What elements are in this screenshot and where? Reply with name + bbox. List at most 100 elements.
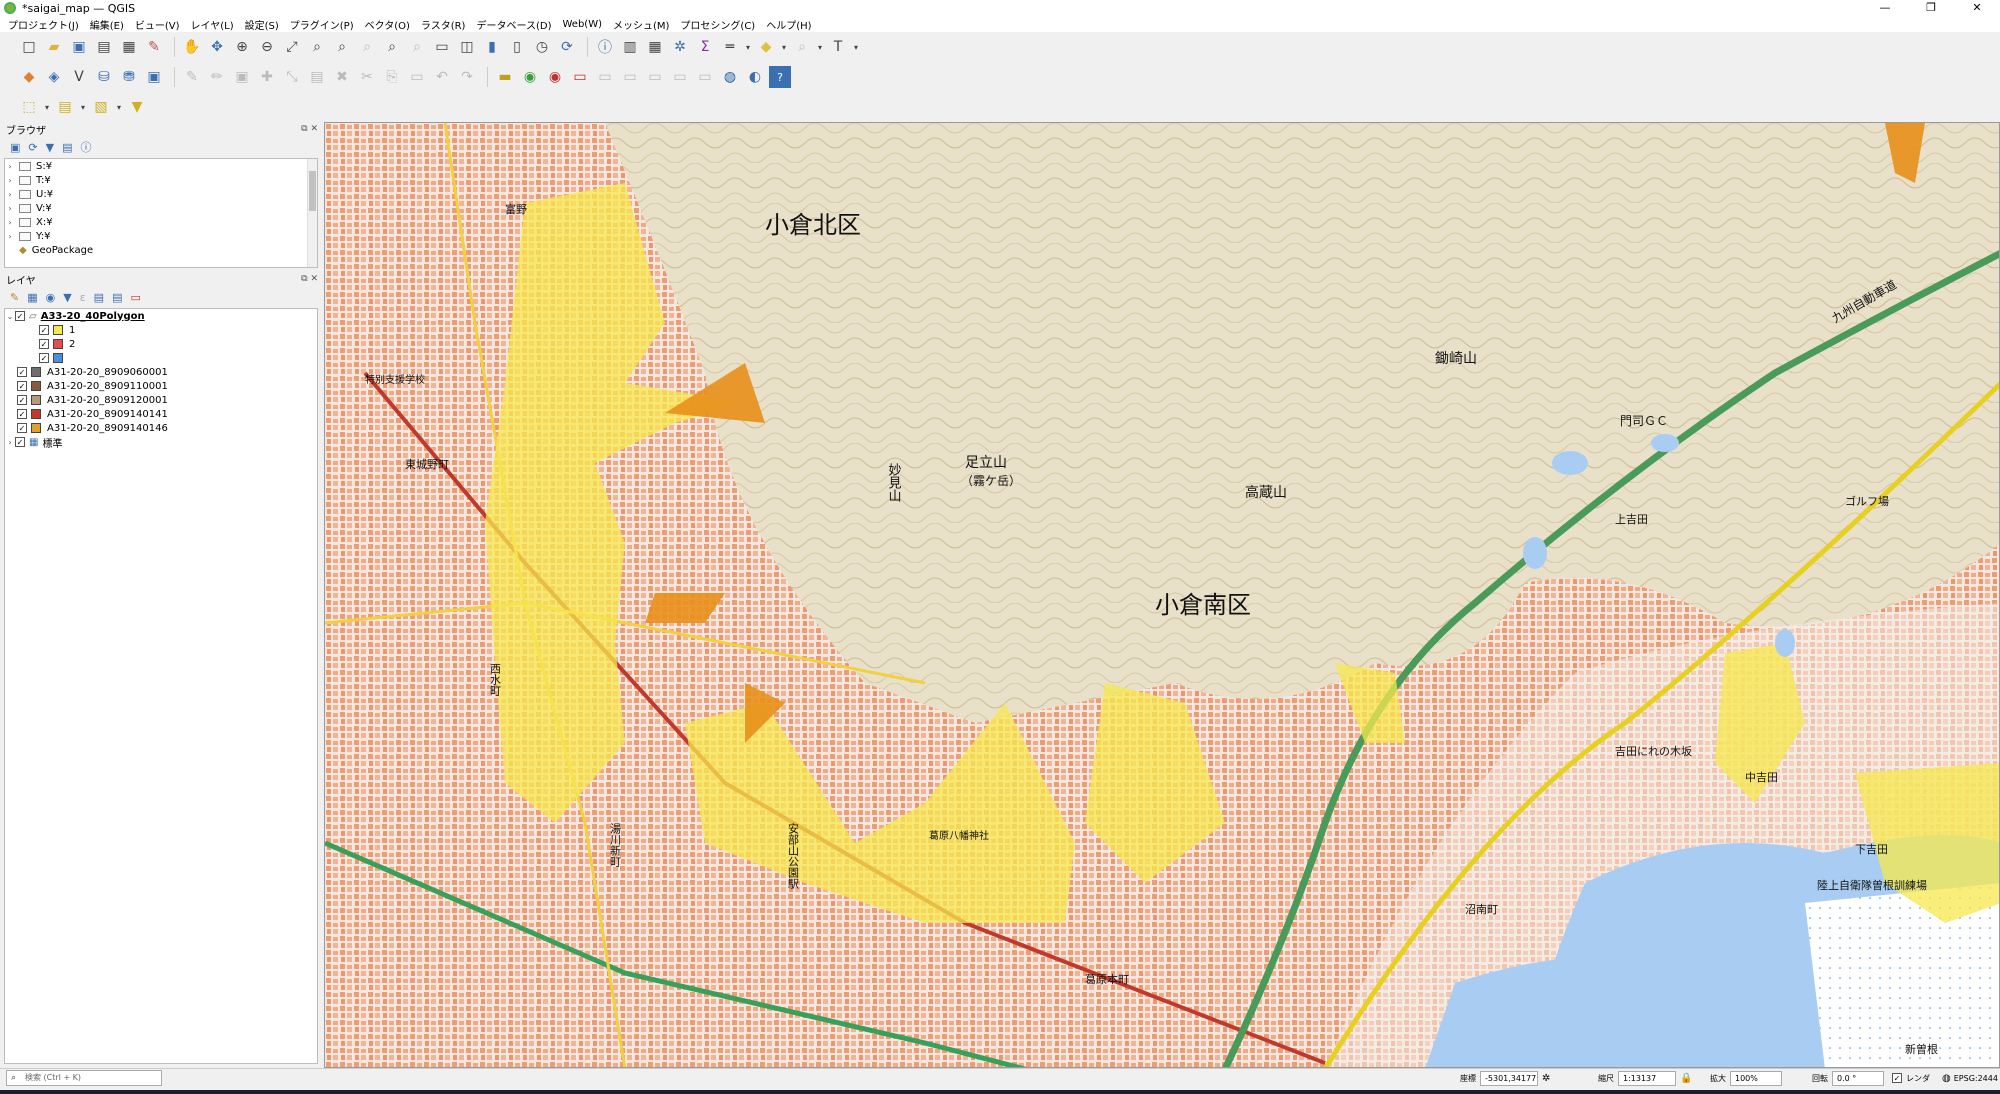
move-label-icon[interactable]: ▭ xyxy=(594,66,616,88)
layer-row[interactable]: ✓ A31-20-20_8909140141 xyxy=(5,407,317,421)
filter-expression-icon[interactable]: ε xyxy=(80,291,86,304)
map-canvas[interactable]: 小倉北区 小倉南区 足立山 （霧ケ岳） 高蔵山 鋤崎山 妙見山 門司ＧＣ ゴルフ… xyxy=(324,122,2000,1068)
menu-edit[interactable]: 編集(E) xyxy=(90,17,124,32)
menu-layer[interactable]: レイヤ(L) xyxy=(191,17,234,32)
copy-icon[interactable]: ⎘ xyxy=(381,66,403,88)
redo-icon[interactable]: ↷ xyxy=(456,66,478,88)
layer-checkbox[interactable]: ✓ xyxy=(17,409,27,419)
layer-row[interactable]: ✓ A31-20-20_8909120001 xyxy=(5,393,317,407)
remove-layer-icon[interactable]: ▭ xyxy=(130,291,140,304)
rotation-field[interactable]: 0.0 ° xyxy=(1832,1070,1884,1086)
settings-gear-icon[interactable]: ✲ xyxy=(669,36,691,58)
pan-to-selection-icon[interactable]: ✥ xyxy=(206,36,228,58)
info-icon[interactable]: ⓘ xyxy=(81,139,92,155)
zoom-next-icon[interactable]: ⌕ xyxy=(406,36,428,58)
browser-item[interactable]: › V:¥ xyxy=(5,201,317,215)
chevron-down-icon[interactable]: ▾ xyxy=(43,96,51,118)
identify-icon[interactable]: ⓘ xyxy=(594,36,616,58)
field-calculator-icon[interactable]: ▦ xyxy=(644,36,666,58)
save-as-icon[interactable]: ▤ xyxy=(93,36,115,58)
cut-icon[interactable]: ✂ xyxy=(356,66,378,88)
diagram-icon[interactable]: ◉ xyxy=(519,66,541,88)
new-map-view-icon[interactable]: ▭ xyxy=(431,36,453,58)
new-3d-view-icon[interactable]: ◫ xyxy=(456,36,478,58)
menu-vector[interactable]: ベクタ(O) xyxy=(365,17,410,32)
temporal-icon[interactable]: ◷ xyxy=(531,36,553,58)
basemap-layer-row[interactable]: › ✓ ▦ 標準 xyxy=(5,435,317,450)
refresh-icon[interactable]: ⟳ xyxy=(556,36,578,58)
menu-database[interactable]: データベース(D) xyxy=(476,17,551,32)
save-edits-icon[interactable]: ▣ xyxy=(231,66,253,88)
python-console-icon[interactable]: ◐ xyxy=(744,66,766,88)
panel-float-close-icon[interactable]: ⧉ ✕ xyxy=(301,124,318,134)
attribute-table-icon[interactable]: ▥ xyxy=(619,36,641,58)
zoom-last-icon[interactable]: ⌕ xyxy=(381,36,403,58)
menu-settings[interactable]: 設定(S) xyxy=(245,17,279,32)
show-hide-labels-icon[interactable]: ▭ xyxy=(669,66,691,88)
delete-icon[interactable]: ✖ xyxy=(331,66,353,88)
menu-web[interactable]: Web(W) xyxy=(562,19,602,30)
add-spatialite-icon[interactable]: ⛁ xyxy=(93,66,115,88)
magnifier-field[interactable]: 100% xyxy=(1730,1070,1782,1086)
chevron-down-icon[interactable]: ▾ xyxy=(79,96,87,118)
minimize-button[interactable]: — xyxy=(1862,0,1908,16)
menu-view[interactable]: ビュー(V) xyxy=(135,17,180,32)
open-project-icon[interactable]: ▰ xyxy=(43,36,65,58)
menu-mesh[interactable]: メッシュ(M) xyxy=(613,17,669,32)
field-select-icon[interactable]: ▼ xyxy=(126,96,148,118)
style-layer-icon[interactable]: ✎ xyxy=(10,291,19,304)
browser-item[interactable]: › Y:¥ xyxy=(5,229,317,243)
layer-checkbox[interactable]: ✓ xyxy=(17,381,27,391)
rotate-label-icon[interactable]: ▭ xyxy=(619,66,641,88)
show-bookmarks-icon[interactable]: ▯ xyxy=(506,36,528,58)
data-source-manager-icon[interactable]: ◆ xyxy=(18,66,40,88)
new-project-icon[interactable]: □ xyxy=(18,36,40,58)
zoom-native-icon[interactable]: ⌕ xyxy=(356,36,378,58)
legend-class-row[interactable]: ✓ 2 xyxy=(5,337,317,351)
statistics-sum-icon[interactable]: Σ xyxy=(694,36,716,58)
render-checkbox[interactable]: ✓ xyxy=(1892,1073,1902,1083)
layer-checkbox[interactable]: ✓ xyxy=(15,437,25,447)
refresh-icon[interactable]: ⟳ xyxy=(28,141,37,154)
layer-row[interactable]: ✓ A31-20-20_8909110001 xyxy=(5,379,317,393)
panel-float-close-icon[interactable]: ⧉ ✕ xyxy=(301,274,318,284)
add-group-icon[interactable]: ▦ xyxy=(27,291,37,304)
select-features-icon[interactable]: ⬚ xyxy=(18,96,40,118)
locator-search-input[interactable]: ⌕ 検索 (Ctrl + K) xyxy=(6,1070,162,1086)
pan-icon[interactable]: ✋ xyxy=(181,36,203,58)
render-toggle[interactable]: ✓ レンダ xyxy=(1892,1070,1930,1086)
layer-checkbox[interactable]: ✓ xyxy=(17,423,27,433)
globe-plugin-icon[interactable]: ◍ xyxy=(719,66,741,88)
style-manager-icon[interactable]: ✎ xyxy=(143,36,165,58)
print-layout-icon[interactable]: ▦ xyxy=(118,36,140,58)
save-project-icon[interactable]: ▣ xyxy=(68,36,90,58)
locator-icon[interactable]: ⌕ xyxy=(791,36,813,58)
legend-checkbox[interactable]: ✓ xyxy=(39,339,49,349)
maximize-button[interactable]: ❐ xyxy=(1908,0,1954,16)
label-props-icon[interactable]: ▭ xyxy=(694,66,716,88)
legend-checkbox[interactable]: ✓ xyxy=(39,325,49,335)
map-svg[interactable]: 小倉北区 小倉南区 足立山 （霧ケ岳） 高蔵山 鋤崎山 妙見山 門司ＧＣ ゴルフ… xyxy=(325,123,2000,1068)
add-wms-icon[interactable]: ▣ xyxy=(143,66,165,88)
layer-checkbox[interactable]: ✓ xyxy=(17,395,27,405)
measure-icon[interactable]: ═ xyxy=(719,36,741,58)
manage-visibility-icon[interactable]: ◉ xyxy=(46,291,56,304)
legend-checkbox[interactable]: ✓ xyxy=(39,353,49,363)
add-delimited-text-icon[interactable]: V xyxy=(68,66,90,88)
legend-class-row[interactable]: ✓ xyxy=(5,351,317,365)
layer-checkbox[interactable]: ✓ xyxy=(17,367,27,377)
paste-icon[interactable]: ▭ xyxy=(406,66,428,88)
add-feature-icon[interactable]: ✚ xyxy=(256,66,278,88)
collapse-all-icon[interactable]: ▤ xyxy=(112,291,122,304)
crs-button[interactable]: ◍ EPSG:2444 xyxy=(1942,1070,1998,1086)
zoom-selection-icon[interactable]: ⌕ xyxy=(306,36,328,58)
filter-icon[interactable]: ▼ xyxy=(46,141,54,154)
zoom-out-icon[interactable]: ⊖ xyxy=(256,36,278,58)
layer-group-row[interactable]: ⌄ ✓ ▱ A33-20_40Polygon xyxy=(5,309,317,323)
annotation-icon[interactable]: ◆ xyxy=(755,36,777,58)
highlight-labels-icon[interactable]: ▭ xyxy=(569,66,591,88)
chevron-down-icon[interactable]: ▾ xyxy=(780,36,788,58)
chevron-down-icon[interactable]: ▾ xyxy=(852,36,860,58)
undo-icon[interactable]: ↶ xyxy=(431,66,453,88)
bookmark-icon[interactable]: ▮ xyxy=(481,36,503,58)
